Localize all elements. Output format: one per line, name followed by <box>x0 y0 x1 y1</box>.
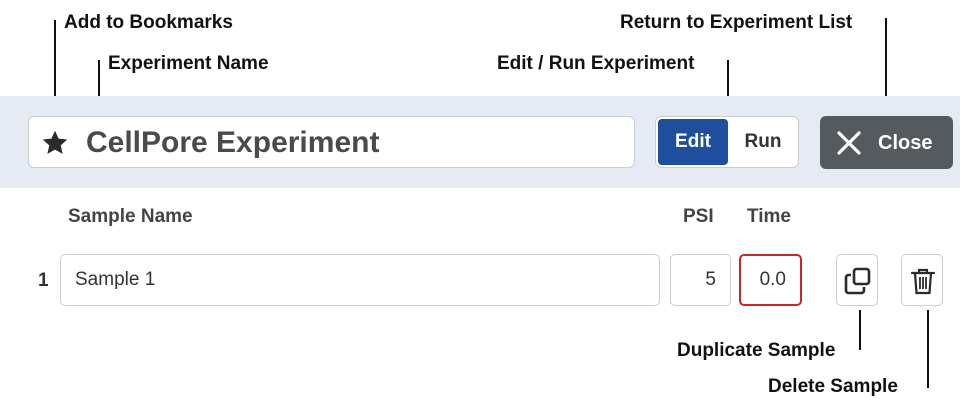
close-button[interactable]: Close <box>820 116 953 169</box>
star-icon[interactable] <box>40 128 70 158</box>
delete-sample-button[interactable] <box>901 254 943 306</box>
callout-bookmark: Add to Bookmarks <box>64 12 233 33</box>
edit-button[interactable]: Edit <box>658 119 728 165</box>
close-icon <box>837 131 861 155</box>
callout-line-return-list <box>885 18 887 108</box>
callout-experiment-name: Experiment Name <box>108 53 269 74</box>
psi-input[interactable] <box>670 254 731 306</box>
experiment-name[interactable]: CellPore Experiment <box>86 124 379 162</box>
callout-duplicate: Duplicate Sample <box>677 340 836 361</box>
run-button[interactable]: Run <box>730 119 796 165</box>
column-header-time: Time <box>747 206 792 227</box>
duplicate-sample-button[interactable] <box>836 254 878 306</box>
callout-line-duplicate <box>859 310 861 350</box>
duplicate-icon <box>844 267 871 295</box>
column-header-psi: PSI <box>683 206 714 227</box>
callout-edit-run: Edit / Run Experiment <box>497 53 695 74</box>
row-index: 1 <box>38 270 49 291</box>
trash-icon <box>910 268 936 295</box>
close-label: Close <box>878 132 933 154</box>
column-header-sample-name: Sample Name <box>68 206 193 227</box>
sample-name-input[interactable] <box>60 254 660 306</box>
callout-delete: Delete Sample <box>768 376 898 397</box>
callout-return-list: Return to Experiment List <box>620 12 853 33</box>
time-input[interactable] <box>739 254 802 306</box>
callout-line-delete <box>927 310 929 388</box>
